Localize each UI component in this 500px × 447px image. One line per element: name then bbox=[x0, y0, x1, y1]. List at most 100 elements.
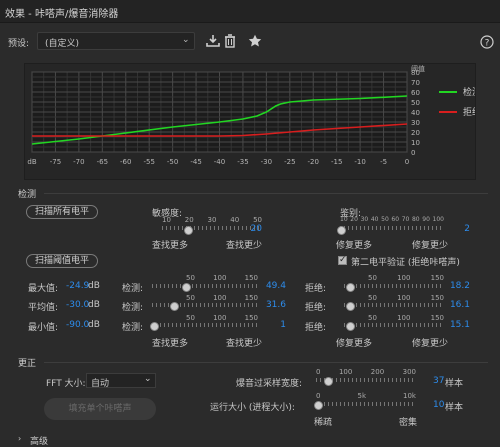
slider-knob[interactable] bbox=[337, 226, 346, 235]
x-tick-label: -60 bbox=[120, 158, 131, 166]
scale-label: 40 bbox=[230, 216, 240, 224]
trash-icon[interactable] bbox=[223, 34, 237, 48]
scale-label: 50 bbox=[186, 314, 195, 322]
max-level-value[interactable]: -24.9 bbox=[66, 281, 89, 291]
fix-less-label: 修复更少 bbox=[412, 241, 449, 251]
x-tick-label: -5 bbox=[380, 158, 387, 166]
scale-label: 100 bbox=[213, 294, 227, 302]
avg-level-value[interactable]: -30.0 bbox=[66, 300, 89, 310]
run-size-slider[interactable]: 0 5k 10k bbox=[312, 392, 420, 412]
fix-more-label: 修复更多 bbox=[336, 241, 373, 251]
run-size-label: 运行大小 (进程大小): bbox=[210, 403, 295, 413]
find-more-label: 查找更多 bbox=[152, 339, 189, 349]
scale-label: 0 bbox=[316, 392, 321, 400]
scale-label: 20 bbox=[350, 216, 358, 223]
unit-label: dB bbox=[88, 300, 100, 310]
detect-label: 检测: bbox=[122, 323, 144, 333]
scale-label: 50 bbox=[368, 314, 377, 322]
detect-sliders[interactable]: 50 100 150 50 100 150 50 100 150 bbox=[150, 274, 260, 334]
slider-knob[interactable] bbox=[346, 322, 355, 331]
fix-less-label: 修复更少 bbox=[412, 339, 449, 349]
slider-scale: 50 100 150 bbox=[186, 294, 258, 302]
x-tick-label: -45 bbox=[190, 158, 201, 166]
discrimination-scale: 10 20 30 40 50 60 70 80 90 100 bbox=[340, 216, 444, 223]
scale-label: 30 bbox=[360, 216, 369, 223]
slider-ticks bbox=[344, 284, 444, 288]
slider-knob[interactable] bbox=[182, 283, 191, 292]
second-level-checkbox[interactable] bbox=[338, 255, 347, 265]
divider bbox=[44, 362, 488, 363]
fill-single-click-button[interactable]: 填充单个咔嗒声 bbox=[44, 398, 156, 420]
slider-knob[interactable] bbox=[346, 302, 355, 311]
section-detection-title: 检测 bbox=[18, 190, 37, 200]
scale-label: 50 bbox=[381, 216, 389, 223]
slider-ticks bbox=[152, 284, 258, 288]
min-level-value[interactable]: -90.0 bbox=[66, 320, 89, 330]
slider-knob[interactable] bbox=[346, 283, 355, 292]
scale-label: 100 bbox=[397, 314, 411, 322]
x-tick-label: dB bbox=[27, 158, 36, 166]
x-tick-label: -55 bbox=[143, 158, 154, 166]
scale-label: 50 bbox=[186, 294, 195, 302]
slider-knob[interactable] bbox=[184, 226, 193, 235]
scale-label: 150 bbox=[244, 294, 258, 302]
run-size-unit: 样本 bbox=[445, 403, 464, 413]
preset-dropdown[interactable]: (自定义) ⌄ bbox=[37, 32, 195, 50]
scan-threshold-levels-button[interactable]: 扫描阈值电平 bbox=[26, 254, 98, 268]
discrimination-value[interactable]: 2 bbox=[452, 224, 470, 234]
title-bar: 效果 - 咔嗒声/爆音消除器 bbox=[0, 0, 500, 23]
chevron-right-icon[interactable]: › bbox=[18, 434, 21, 443]
preset-value: (自定义) bbox=[45, 39, 80, 49]
threshold-graph[interactable]: 80 70 60 50 40 30 20 10 0 阈值 dB -75 -70 -65 -60 -55 -50-… bbox=[24, 63, 476, 180]
x-tick-label: -30 bbox=[261, 158, 272, 166]
dense-label: 密集 bbox=[399, 418, 418, 428]
y-tick-label: 30 bbox=[411, 119, 420, 127]
sensitivity-scale: 10 20 30 40 50 bbox=[162, 216, 262, 224]
preset-label: 预设: bbox=[8, 39, 30, 49]
scale-label: 80 bbox=[411, 216, 420, 223]
run-size-value[interactable]: 10 bbox=[433, 400, 444, 410]
slider-ticks bbox=[340, 226, 444, 230]
scale-label: 100 bbox=[432, 216, 444, 223]
x-tick-label: -10 bbox=[354, 158, 365, 166]
slider-knob[interactable] bbox=[150, 322, 159, 331]
find-less-label: 查找更少 bbox=[226, 339, 263, 349]
min-reject-value[interactable]: 15.1 bbox=[446, 320, 470, 330]
slider-knob[interactable] bbox=[314, 401, 323, 410]
slider-knob[interactable] bbox=[170, 302, 179, 311]
window-title: 效果 - 咔嗒声/爆音消除器 bbox=[5, 9, 119, 20]
x-tick-label: -20 bbox=[308, 158, 319, 166]
max-detect-value[interactable]: 49.4 bbox=[262, 281, 286, 291]
x-tick-label: -35 bbox=[237, 158, 248, 166]
oversample-slider[interactable]: 0 100 200 300 bbox=[312, 368, 420, 388]
svg-text:?: ? bbox=[485, 38, 490, 48]
sensitivity-value[interactable]: 20 bbox=[244, 224, 262, 234]
min-detect-value[interactable]: 1 bbox=[262, 320, 286, 330]
slider-scale: 50 100 150 bbox=[368, 314, 444, 322]
y-tick-label: 70 bbox=[411, 79, 420, 87]
save-download-icon[interactable] bbox=[206, 34, 220, 48]
fft-size-dropdown[interactable]: 自动 ⌄ bbox=[86, 373, 156, 389]
slider-knob[interactable] bbox=[324, 377, 333, 386]
max-reject-value[interactable]: 18.2 bbox=[446, 281, 470, 291]
x-tick-label: 0 bbox=[405, 158, 409, 166]
section-advanced-title[interactable]: 高级 bbox=[30, 434, 48, 447]
scan-all-levels-button[interactable]: 扫描所有电平 bbox=[26, 205, 98, 219]
detect-label: 检测: bbox=[122, 284, 144, 294]
scale-label: 5k bbox=[357, 392, 366, 400]
avg-reject-value[interactable]: 16.1 bbox=[446, 300, 470, 310]
slider-ticks bbox=[316, 402, 416, 406]
scale-label: 0 bbox=[316, 368, 321, 376]
max-level-label: 最大值: bbox=[28, 284, 59, 294]
scale-label: 90 bbox=[422, 216, 430, 223]
x-tick-label: -50 bbox=[167, 158, 178, 166]
star-icon[interactable] bbox=[248, 34, 262, 48]
avg-detect-value[interactable]: 31.6 bbox=[262, 300, 286, 310]
oversample-value[interactable]: 37 bbox=[433, 376, 444, 386]
help-circle-icon[interactable]: ? bbox=[480, 35, 494, 49]
slider-scale: 50 100 150 bbox=[186, 274, 258, 282]
detect-label: 检测: bbox=[122, 303, 144, 313]
y-tick-label: 50 bbox=[411, 99, 420, 107]
threshold-chart: 80706050403020100阈值dB -75 -70 -65 -60 -55 -50-… bbox=[27, 64, 475, 166]
reject-sliders[interactable]: 50 100 150 50 100 150 50 100 150 bbox=[342, 274, 446, 334]
